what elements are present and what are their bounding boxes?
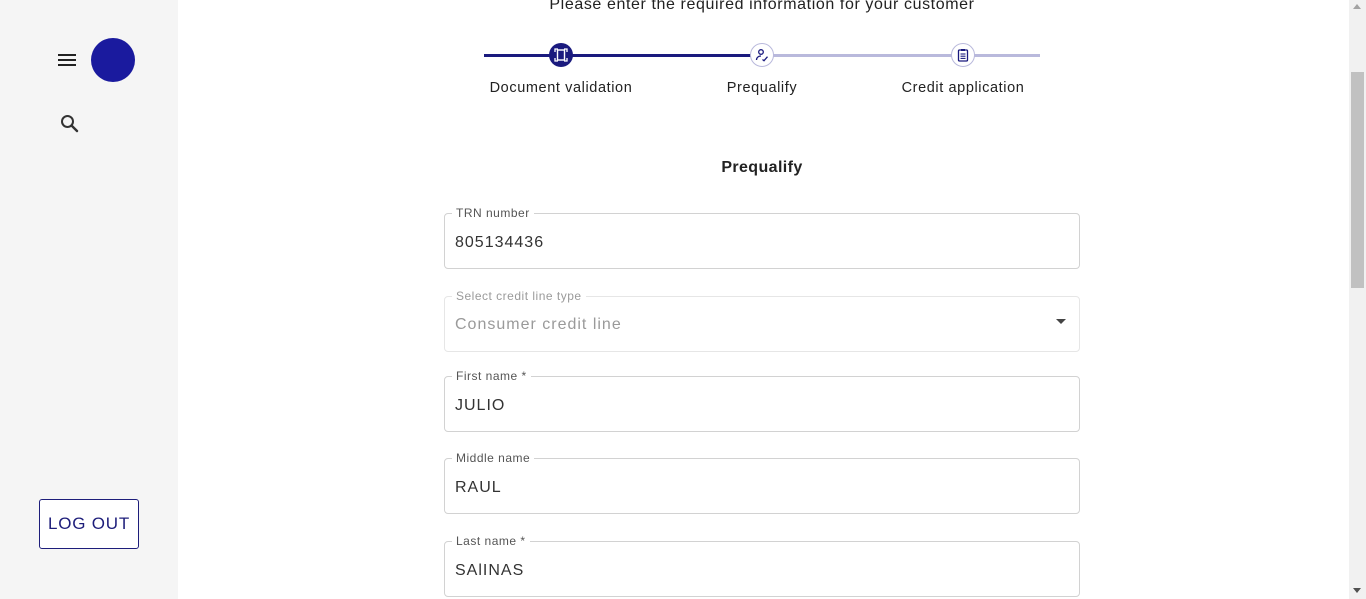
avatar[interactable] [91,38,135,82]
stepper-progress-remaining [762,54,1040,57]
scroll-up-icon[interactable] [1353,4,1361,9]
step-label-document-validation: Document validation [489,80,633,96]
credit-line-type-value[interactable]: Consumer credit line [455,316,622,334]
form-title: Prequalify [721,159,803,176]
credit-line-type-select[interactable]: Select credit line type Consumer credit … [444,288,1080,352]
scroll-down-icon[interactable] [1353,588,1361,593]
logout-button[interactable]: LOG OUT [39,499,139,549]
chevron-down-icon[interactable] [1056,319,1066,324]
middle-name-label: Middle name [452,450,535,466]
last-name-value[interactable]: SAlINAS [455,562,524,580]
document-scan-icon [549,43,573,67]
search-icon[interactable] [59,113,81,135]
hamburger-menu-icon[interactable] [56,51,78,69]
scrollbar-thumb[interactable] [1351,72,1364,288]
step-label-prequalify: Prequalify [726,80,798,96]
middle-name-value[interactable]: RAUL [455,479,502,497]
clipboard-list-icon [951,43,975,67]
first-name-value[interactable]: JULIO [455,397,505,415]
last-name-field[interactable]: Last name * SAlINAS [444,533,1080,597]
first-name-field[interactable]: First name * JULIO [444,368,1080,432]
credit-line-type-label: Select credit line type [452,288,586,304]
first-name-label: First name * [452,368,531,384]
step-label-credit-application: Credit application [901,80,1025,96]
middle-name-field[interactable]: Middle name RAUL [444,450,1080,514]
intro-text: Please enter the required information fo… [549,0,975,13]
stepper-progress-completed [484,54,762,57]
last-name-label: Last name * [452,533,530,549]
trn-number-value[interactable]: 805134436 [455,234,544,252]
trn-number-field[interactable]: TRN number 805134436 [444,205,1080,269]
trn-number-label: TRN number [452,205,534,221]
signature-icon [750,43,774,67]
